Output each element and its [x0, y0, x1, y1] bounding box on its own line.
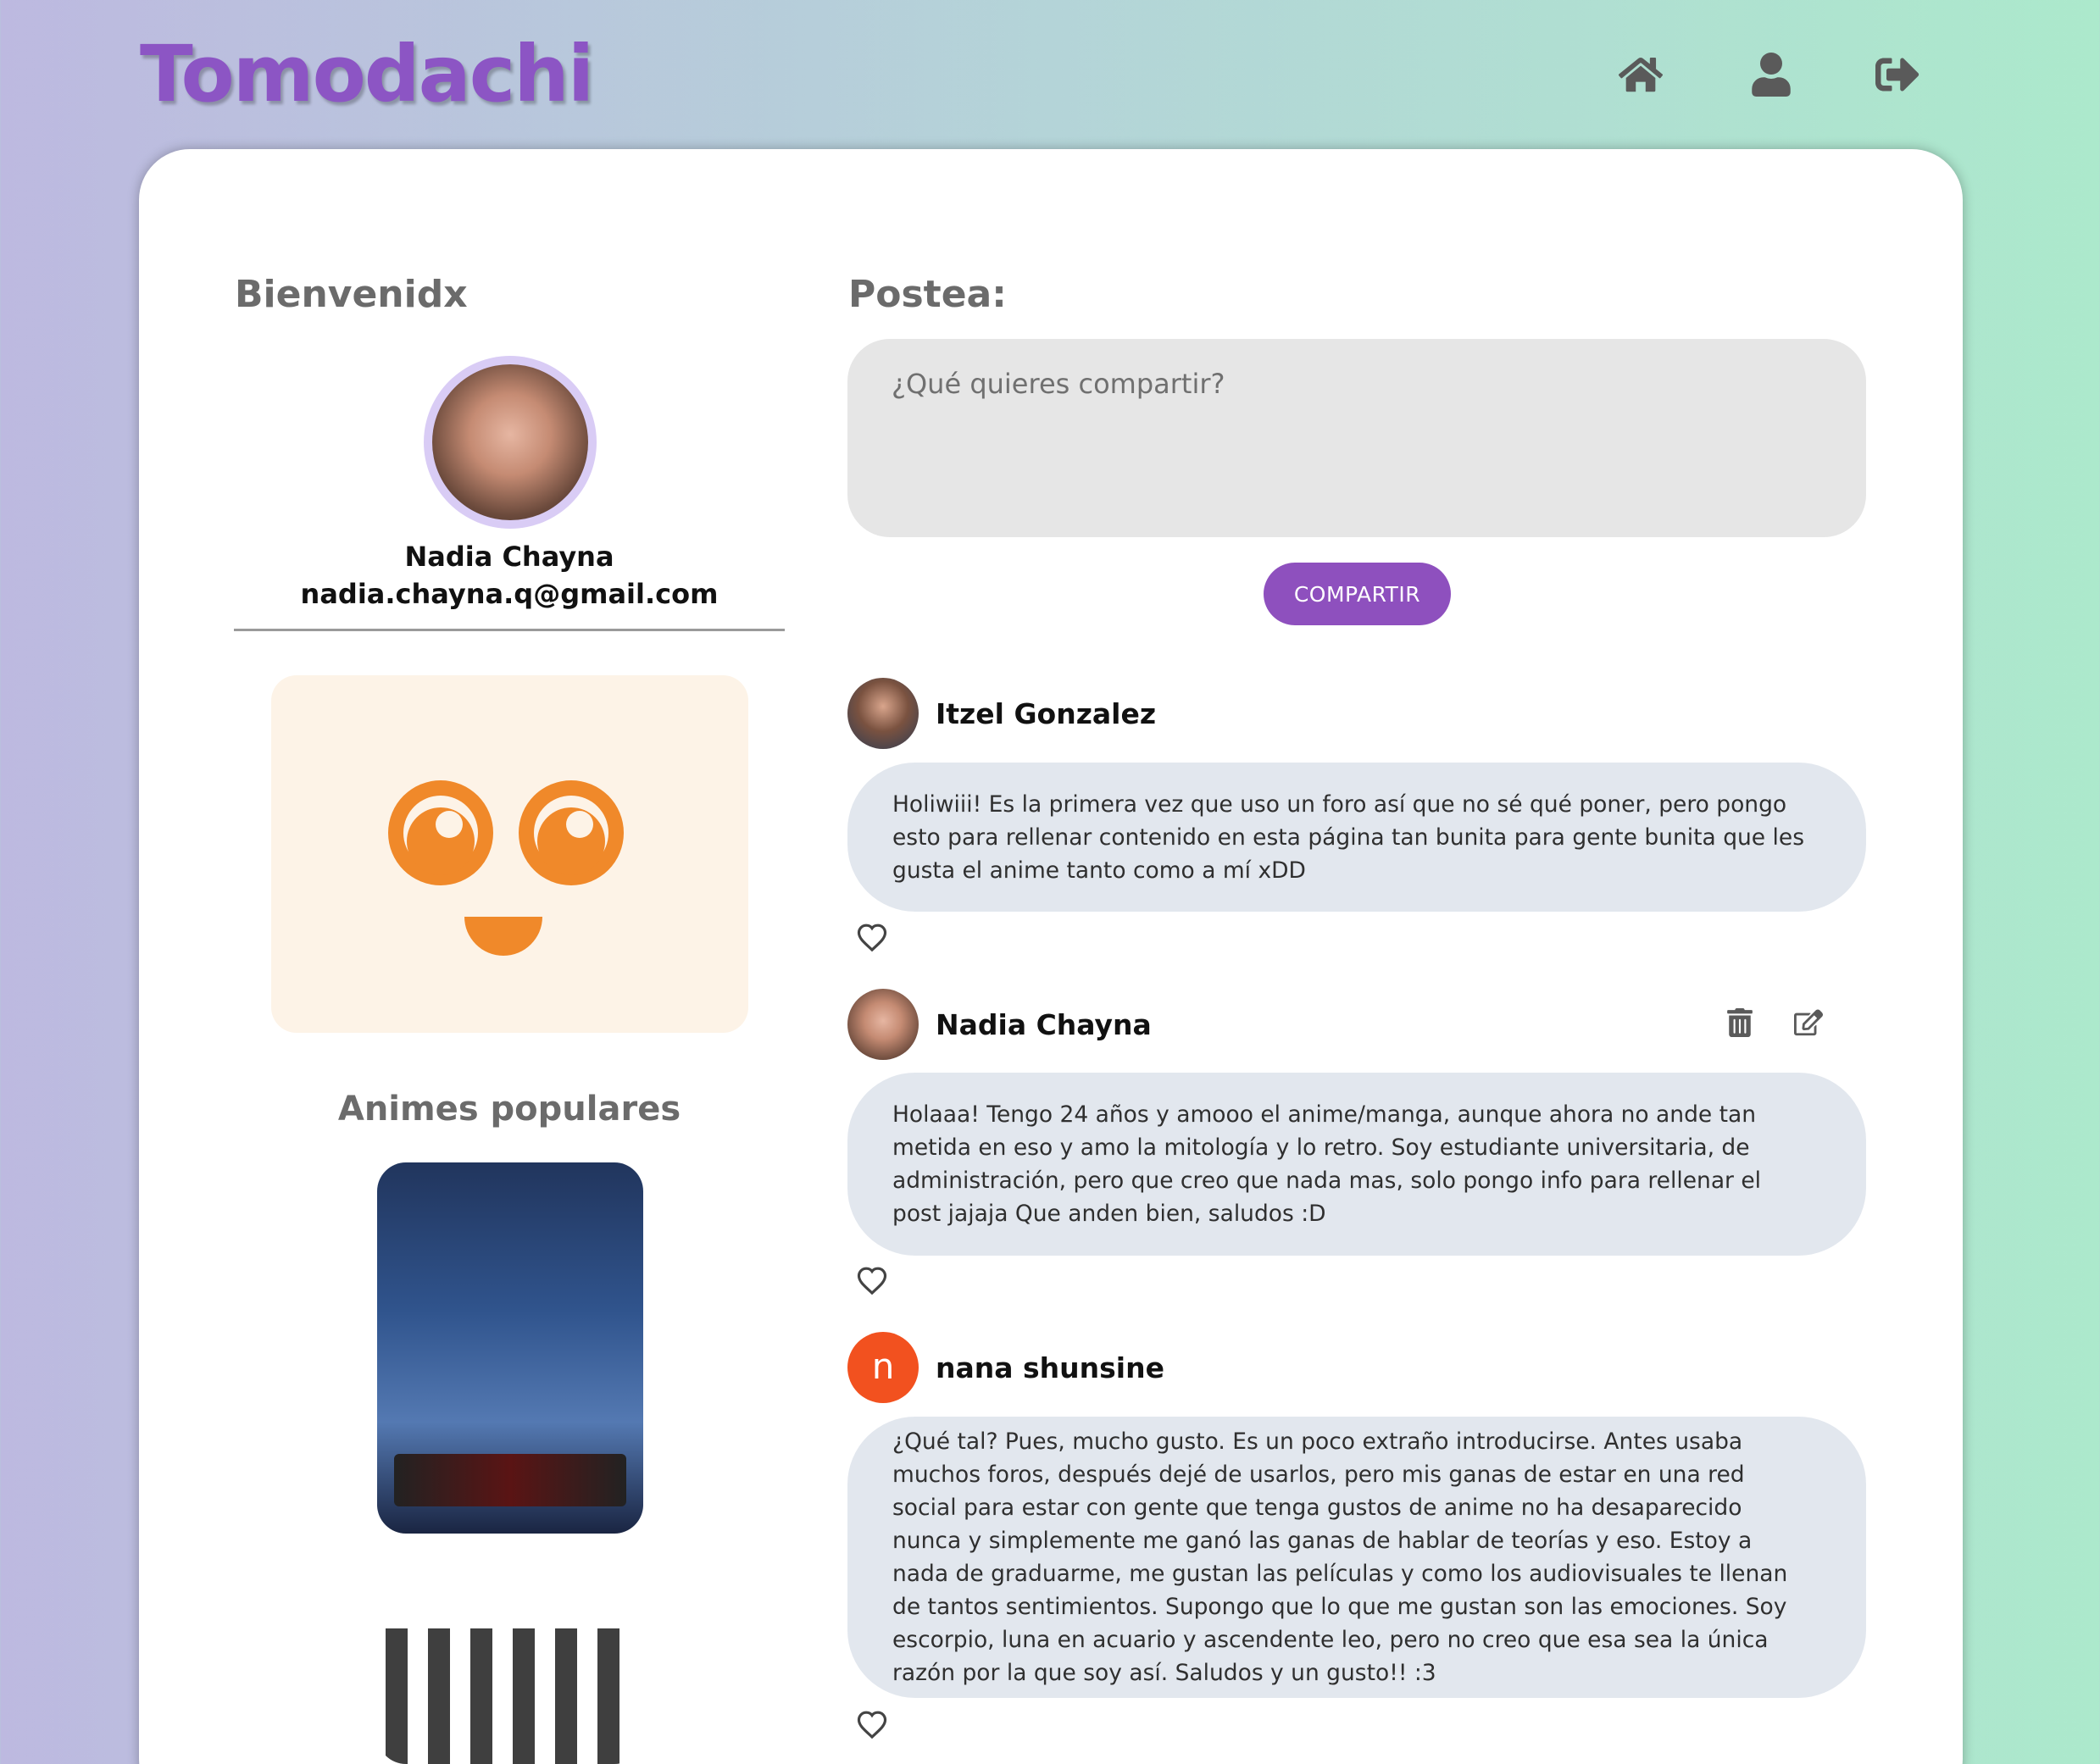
post-bubble: Holaaa! Tengo 24 años y amooo el anime/m… — [847, 1073, 1866, 1256]
post-bubble: ¿Qué tal? Pues, mucho gusto. Es un poco … — [847, 1417, 1866, 1698]
profile-name: Nadia Chayna — [404, 541, 614, 573]
popular-anime-title: Animes populares — [337, 1090, 681, 1129]
post-text: Holaaa! Tengo 24 años y amooo el anime/m… — [892, 1101, 1762, 1227]
home-icon[interactable] — [1618, 53, 1663, 97]
sidebar-divider — [234, 629, 785, 631]
like-heart-icon[interactable] — [856, 1709, 888, 1739]
composer-title: Postea: — [848, 273, 1007, 316]
share-button[interactable]: COMPARTIR — [1264, 563, 1451, 625]
profile-email: nadia.chayna.q@gmail.com — [300, 578, 719, 610]
post-author-avatar[interactable] — [847, 989, 919, 1060]
post-author-avatar[interactable] — [847, 678, 919, 749]
like-heart-icon[interactable] — [856, 1265, 888, 1295]
profile-photo — [432, 364, 588, 520]
post-author-name[interactable]: Nadia Chayna — [936, 1008, 1152, 1041]
anime-poster-1[interactable] — [377, 1162, 643, 1534]
poster-title-art — [394, 1454, 626, 1506]
post-author-avatar[interactable]: n — [847, 1332, 919, 1403]
app-logo[interactable]: Tomodachi — [140, 29, 594, 119]
logout-icon[interactable] — [1875, 53, 1919, 97]
delete-trash-icon[interactable] — [1725, 1007, 1754, 1037]
user-icon[interactable] — [1749, 53, 1793, 97]
edit-pencil-icon[interactable] — [1794, 1008, 1824, 1037]
profile-avatar[interactable] — [424, 356, 597, 529]
mascot-image — [271, 675, 748, 1033]
post-bubble: Holiwiii! Es la primera vez que uso un f… — [847, 763, 1866, 912]
post-author-name[interactable]: nana shunsine — [936, 1351, 1164, 1384]
post-author-name[interactable]: Itzel Gonzalez — [936, 697, 1156, 730]
poster-characters-art — [386, 1628, 635, 1764]
post-text: Holiwiii! Es la primera vez que uso un f… — [892, 790, 1805, 884]
post-input[interactable] — [847, 339, 1866, 537]
like-heart-icon[interactable] — [856, 922, 888, 952]
mascot-face-icon — [388, 780, 624, 956]
welcome-title: Bienvenidx — [235, 273, 468, 316]
post-text: ¿Qué tal? Pues, mucho gusto. Es un poco … — [892, 1428, 1788, 1686]
anime-poster-2[interactable] — [377, 1610, 643, 1764]
main-card: Bienvenidx Nadia Chayna nadia.chayna.q@g… — [139, 149, 1963, 1764]
